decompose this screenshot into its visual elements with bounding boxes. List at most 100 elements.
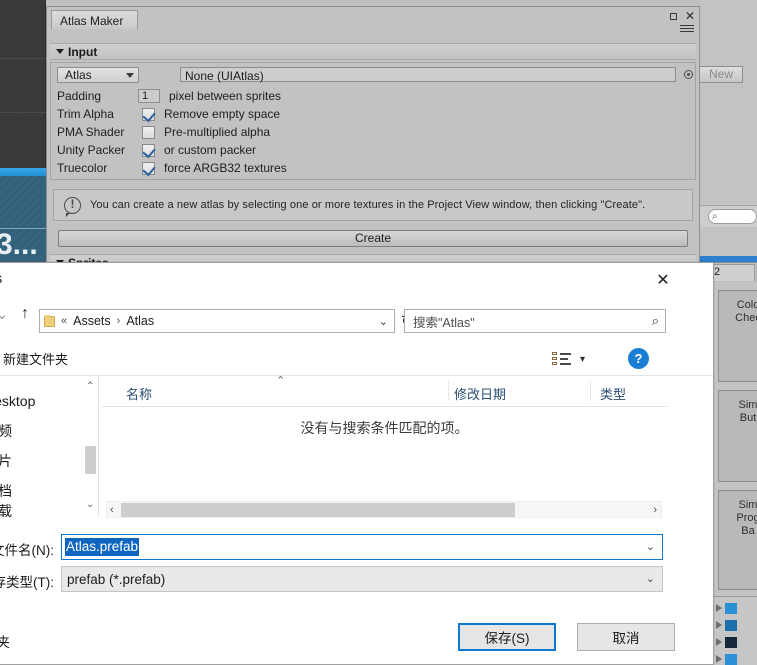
padding-input[interactable]: 1 [138, 89, 160, 103]
divider [448, 381, 449, 401]
field-unity-packer: Unity Packer or custom packer [51, 141, 256, 159]
sidebar-item-pictures[interactable]: 图片 [0, 446, 78, 476]
filetype-value: prefab (*.prefab) [67, 571, 166, 587]
window-titlebar: Atlas Maker ✕ [47, 7, 699, 32]
sidebar-item-documents[interactable]: 文档 [0, 476, 78, 506]
hierarchy-row[interactable] [716, 652, 757, 665]
prefab-icon [725, 602, 737, 614]
dialog-title: ve As [0, 270, 2, 286]
background-card[interactable]: Sim But [718, 390, 757, 482]
background-divider [0, 58, 46, 59]
help-icon[interactable]: ? [628, 348, 649, 369]
new-atlas-button[interactable]: New [699, 66, 743, 83]
scroll-left-icon[interactable]: ‹ [110, 504, 114, 516]
search-icon: ⌕ [651, 313, 659, 328]
sidebar-item-label: 视频 [0, 421, 12, 441]
background-tab[interactable]: 2 [709, 264, 755, 281]
column-header-date[interactable]: 修改日期 [454, 384, 506, 403]
background-dark-panel [0, 0, 46, 168]
expand-triangle-icon[interactable] [716, 621, 722, 629]
new-folder-button[interactable]: 新建文件夹 [3, 349, 68, 368]
search-placeholder: 搜索"Atlas" [413, 315, 475, 330]
view-mode-icon[interactable] [552, 352, 572, 366]
column-header-type[interactable]: 类型 [600, 384, 626, 403]
close-icon[interactable]: ✕ [685, 10, 695, 22]
breadcrumb[interactable]: « Assets › Atlas ⌄ [39, 309, 395, 333]
truecolor-text: force ARGB32 textures [164, 161, 287, 175]
sidebar-item-videos[interactable]: 视频 [0, 416, 78, 446]
breadcrumb-separator: › [116, 315, 121, 327]
hierarchy-row[interactable] [716, 601, 757, 615]
close-icon[interactable]: ✕ [641, 267, 685, 292]
breadcrumb-item-atlas[interactable]: Atlas [126, 314, 154, 328]
background-large-text: 3... [0, 228, 38, 261]
maximize-icon[interactable] [669, 12, 677, 20]
window-controls: ✕ [669, 10, 695, 22]
atlas-type-popup[interactable]: Atlas [57, 67, 139, 83]
chevron-down-icon[interactable]: ⌄ [646, 572, 655, 585]
chevron-down-icon[interactable]: ⌄ [646, 540, 655, 553]
file-list-hscrollbar[interactable]: ‹ › [106, 501, 662, 518]
unity-packer-label: Unity Packer [57, 143, 126, 157]
hierarchy-row[interactable] [716, 618, 757, 632]
filename-label: 文件名(N): [0, 543, 54, 558]
save-as-dialog: ve As ✕ → ⌄ ↑ « Assets › Atlas ⌄ ↻ 搜索"At… [0, 262, 714, 665]
breadcrumb-prefix: « [61, 315, 68, 327]
pma-shader-checkbox[interactable] [142, 125, 155, 139]
section-header-input[interactable]: Input [50, 43, 696, 60]
background-card[interactable]: Colo Chec [718, 290, 757, 382]
search-input[interactable]: 搜索"Atlas" ⌕ [404, 309, 666, 333]
background-selected-row [0, 168, 46, 176]
column-header-name[interactable]: 名称 [126, 384, 152, 403]
hierarchy-row[interactable] [716, 635, 757, 649]
expand-triangle-icon[interactable] [716, 638, 722, 646]
filename-input[interactable]: Atlas.prefab ⌄ [61, 534, 663, 560]
sidebar-item-downloads[interactable]: 下载 [0, 504, 78, 518]
pma-shader-label: PMA Shader [57, 125, 125, 139]
hide-folders-toggle[interactable]: 藏文件夹 [0, 631, 10, 651]
cancel-button[interactable]: 取消 [577, 623, 675, 651]
unity-packer-text: or custom packer [164, 143, 257, 157]
filetype-select[interactable]: prefab (*.prefab) ⌄ [61, 566, 663, 592]
panel-menu-icon[interactable] [678, 23, 694, 32]
popup-label: Atlas [65, 68, 92, 82]
create-button[interactable]: Create [58, 230, 688, 247]
trim-alpha-checkbox[interactable] [142, 107, 155, 121]
places-sidebar: Desktop 视频 图片 文档 下载 [0, 376, 96, 518]
expand-triangle-icon[interactable] [716, 655, 722, 663]
sidebar-item-label: 文档 [0, 481, 12, 501]
truecolor-checkbox[interactable] [142, 161, 155, 175]
unity-packer-checkbox[interactable] [142, 143, 155, 157]
truecolor-label: Truecolor [57, 161, 108, 175]
file-list-header: 名称 修改日期 类型 [102, 376, 667, 407]
trim-alpha-text: Remove empty space [164, 107, 281, 121]
sidebar-item-label: Desktop [0, 393, 36, 409]
chevron-down-icon [126, 72, 134, 78]
sidebar-scroll-thumb[interactable] [85, 446, 96, 474]
save-button[interactable]: 保存(S) [458, 623, 556, 651]
tab-atlas-maker[interactable]: Atlas Maker [51, 10, 139, 29]
hscroll-thumb[interactable] [121, 503, 515, 517]
atlas-maker-window: Atlas Maker ✕ Input Atlas None (UIAtlas)… [46, 6, 743, 271]
section-label: Input [68, 44, 98, 59]
atlas-object-field[interactable]: None (UIAtlas) [180, 67, 676, 83]
scroll-right-icon[interactable]: › [653, 504, 657, 516]
sidebar-item-label: 图片 [0, 451, 12, 471]
sidebar-item-desktop[interactable]: Desktop [0, 386, 78, 416]
info-icon [64, 196, 81, 217]
background-card[interactable]: Sim Prog Ba [718, 490, 757, 590]
field-trim-alpha: Trim Alpha Remove empty space [51, 105, 280, 123]
sidebar-item-label: 下载 [0, 504, 12, 518]
up-icon[interactable]: ↑ [14, 302, 36, 326]
recent-locations-icon[interactable]: ⌄ [0, 302, 13, 326]
scroll-down-icon[interactable]: ⌄ [86, 499, 94, 510]
chevron-down-icon[interactable]: ⌄ [379, 315, 388, 328]
breadcrumb-item-assets[interactable]: Assets [73, 314, 111, 328]
object-picker-icon[interactable] [684, 70, 693, 79]
view-dropdown-icon[interactable]: ▾ [580, 354, 585, 365]
prefab-icon [725, 653, 737, 665]
scroll-up-icon[interactable]: ⌃ [86, 381, 94, 392]
expand-triangle-icon[interactable] [716, 604, 722, 612]
filetype-label: 保存类型(T): [0, 575, 54, 590]
background-divider [0, 112, 46, 113]
